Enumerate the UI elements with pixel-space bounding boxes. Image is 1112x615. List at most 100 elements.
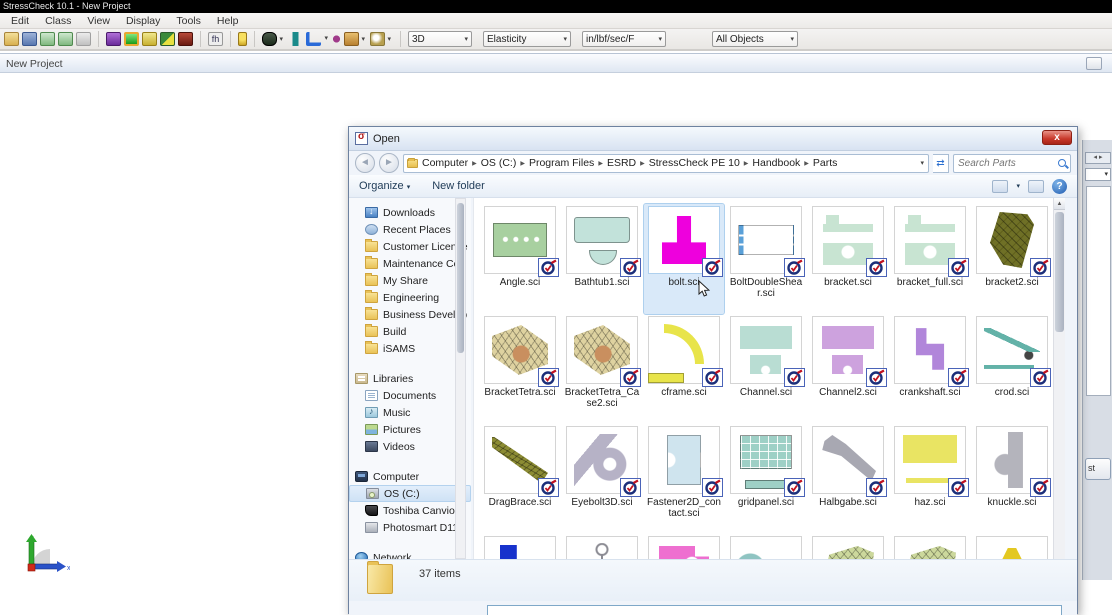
file-tile[interactable]	[480, 534, 560, 559]
menu-item[interactable]: Edit	[4, 14, 36, 28]
search-input[interactable]	[958, 158, 1050, 169]
back-button[interactable]: ◄	[355, 153, 375, 173]
breadcrumb-segment[interactable]: OS (C:)	[479, 157, 519, 169]
theory-combo[interactable]: Elasticity▾	[483, 31, 571, 47]
file-tile[interactable]: cframe.sci	[644, 314, 724, 424]
file-tile[interactable]: Channel.sci	[726, 314, 806, 424]
sidebar-item[interactable]: Music	[349, 404, 471, 421]
scroll-up-icon[interactable]: ▲	[1054, 198, 1065, 210]
menu-item[interactable]: View	[80, 14, 117, 28]
breadcrumb-segment[interactable]: ESRD	[605, 157, 638, 169]
file-tile[interactable]: bolt.sci	[644, 204, 724, 314]
menu-item[interactable]: Class	[38, 14, 78, 28]
file-tile[interactable]	[808, 534, 888, 559]
menu-item[interactable]: Display	[119, 14, 167, 28]
refresh-button[interactable]: ⇄	[933, 154, 949, 173]
help-button[interactable]: ?	[1052, 179, 1067, 194]
breadcrumb-segment[interactable]: StressCheck PE 10	[647, 157, 742, 169]
sidebar-item[interactable]: Business Develop	[349, 306, 471, 323]
partial-combo[interactable]: ▾	[1085, 168, 1111, 181]
units-combo[interactable]: in/lbf/sec/F▾	[582, 31, 666, 47]
file-tile[interactable]	[890, 534, 970, 559]
sidebar-item[interactable]: Pictures	[349, 421, 471, 438]
file-tile[interactable]: BracketTetra.sci	[480, 314, 560, 424]
child-restore-button[interactable]	[1086, 57, 1102, 70]
view-purple-icon[interactable]	[106, 32, 121, 46]
sidebar-item[interactable]: Recent Places	[349, 221, 471, 238]
key-icon[interactable]	[238, 32, 247, 46]
sidebar-scrollbar-thumb[interactable]	[457, 203, 464, 353]
export-icon[interactable]	[58, 32, 73, 46]
close-button[interactable]: x	[1042, 130, 1072, 145]
file-tile[interactable]	[562, 534, 642, 559]
view-red-icon[interactable]	[178, 32, 193, 46]
file-tile[interactable]: DragBrace.sci	[480, 424, 560, 534]
breadcrumb-dropdown-icon[interactable]: ▾	[920, 159, 928, 167]
sidebar-item[interactable]: Downloads	[349, 204, 471, 221]
file-tile[interactable]: crod.sci	[972, 314, 1052, 424]
file-tile[interactable]: Fastener2D_contact.sci	[644, 424, 724, 534]
file-tile[interactable]: BracketTetra_Case2.sci	[562, 314, 642, 424]
file-tile[interactable]: BoltDoubleShear.sci	[726, 204, 806, 314]
file-tile[interactable]	[972, 534, 1052, 559]
handbook-icon[interactable]: fh	[208, 32, 223, 46]
file-tile[interactable]: knuckle.sci	[972, 424, 1052, 534]
file-tile[interactable]: Angle.sci	[480, 204, 560, 314]
sidebar-item[interactable]: OS (C:)	[349, 485, 471, 502]
search-box[interactable]	[953, 154, 1071, 173]
partial-button[interactable]: st	[1085, 458, 1111, 480]
sidebar-scrollbar[interactable]	[455, 198, 466, 559]
sidebar-item[interactable]: Toshiba Canvio H	[349, 502, 471, 519]
breadcrumb-segment[interactable]: Handbook	[750, 157, 802, 169]
axes-tool-icon[interactable]	[306, 32, 321, 46]
sidebar-item[interactable]: Customer License	[349, 238, 471, 255]
breadcrumb-segment[interactable]: Computer	[420, 157, 470, 169]
file-tile[interactable]: haz.sci	[890, 424, 970, 534]
sidebar-item[interactable]: Engineering	[349, 289, 471, 306]
rotate-tool-icon[interactable]	[344, 32, 359, 46]
file-tile[interactable]: Bathtub1.sci	[562, 204, 642, 314]
partial-tab-arrows[interactable]: ◂ ▸	[1085, 152, 1111, 164]
sidebar-item[interactable]: Documents	[349, 387, 471, 404]
sidebar-item[interactable]: Computer	[349, 468, 471, 485]
file-tile[interactable]: bracket.sci	[808, 204, 888, 314]
breadcrumb[interactable]: Computer ▶ OS (C:) ▶ Program Files ▶ ESR…	[403, 154, 929, 173]
partial-listbox[interactable]	[1086, 186, 1111, 396]
file-tile[interactable]: bracket2.sci	[972, 204, 1052, 314]
select-tool-icon[interactable]	[262, 32, 277, 46]
file-tile[interactable]	[726, 534, 806, 559]
sidebar-item[interactable]: Network	[349, 549, 471, 559]
sidebar-item[interactable]: Maintenance Con	[349, 255, 471, 272]
file-grid-scrollbar-thumb[interactable]	[1055, 212, 1064, 332]
print-icon[interactable]	[76, 32, 91, 46]
view-dropdown-icon[interactable]: ▾	[1016, 182, 1020, 190]
menu-item[interactable]: Help	[210, 14, 246, 28]
file-tile[interactable]	[644, 534, 724, 559]
file-tile[interactable]: Eyebolt3D.sci	[562, 424, 642, 534]
breadcrumb-segment[interactable]: Program Files	[527, 157, 596, 169]
sidebar-item[interactable]: Libraries	[349, 370, 471, 387]
sidebar-item[interactable]: iSAMS	[349, 340, 471, 357]
point-tool-icon[interactable]	[332, 32, 341, 46]
organize-button[interactable]: Organize ▾	[359, 180, 410, 192]
save-icon[interactable]	[22, 32, 37, 46]
change-view-button[interactable]	[992, 180, 1008, 193]
objects-combo[interactable]: All Objects▾	[712, 31, 798, 47]
sidebar-item[interactable]: My Share	[349, 272, 471, 289]
file-tile[interactable]: Halbgabe.sci	[808, 424, 888, 534]
file-tile[interactable]: gridpanel.sci	[726, 424, 806, 534]
view-mesh-icon[interactable]	[160, 32, 175, 46]
sidebar-item[interactable]: Photosmart D110	[349, 519, 471, 536]
breadcrumb-segment[interactable]: Parts	[811, 157, 840, 169]
view-green-icon[interactable]	[124, 32, 139, 46]
view-yellow-icon[interactable]	[142, 32, 157, 46]
open-icon[interactable]	[4, 32, 19, 46]
sidebar-item[interactable]: Videos	[349, 438, 471, 455]
new-folder-button[interactable]: New folder	[432, 180, 485, 192]
import-icon[interactable]	[40, 32, 55, 46]
forward-button[interactable]: ►	[379, 153, 399, 173]
dimension-combo[interactable]: 3D▾	[408, 31, 472, 47]
sidebar-item[interactable]: Build	[349, 323, 471, 340]
file-tile[interactable]: bracket_full.sci	[890, 204, 970, 314]
menu-item[interactable]: Tools	[169, 14, 208, 28]
